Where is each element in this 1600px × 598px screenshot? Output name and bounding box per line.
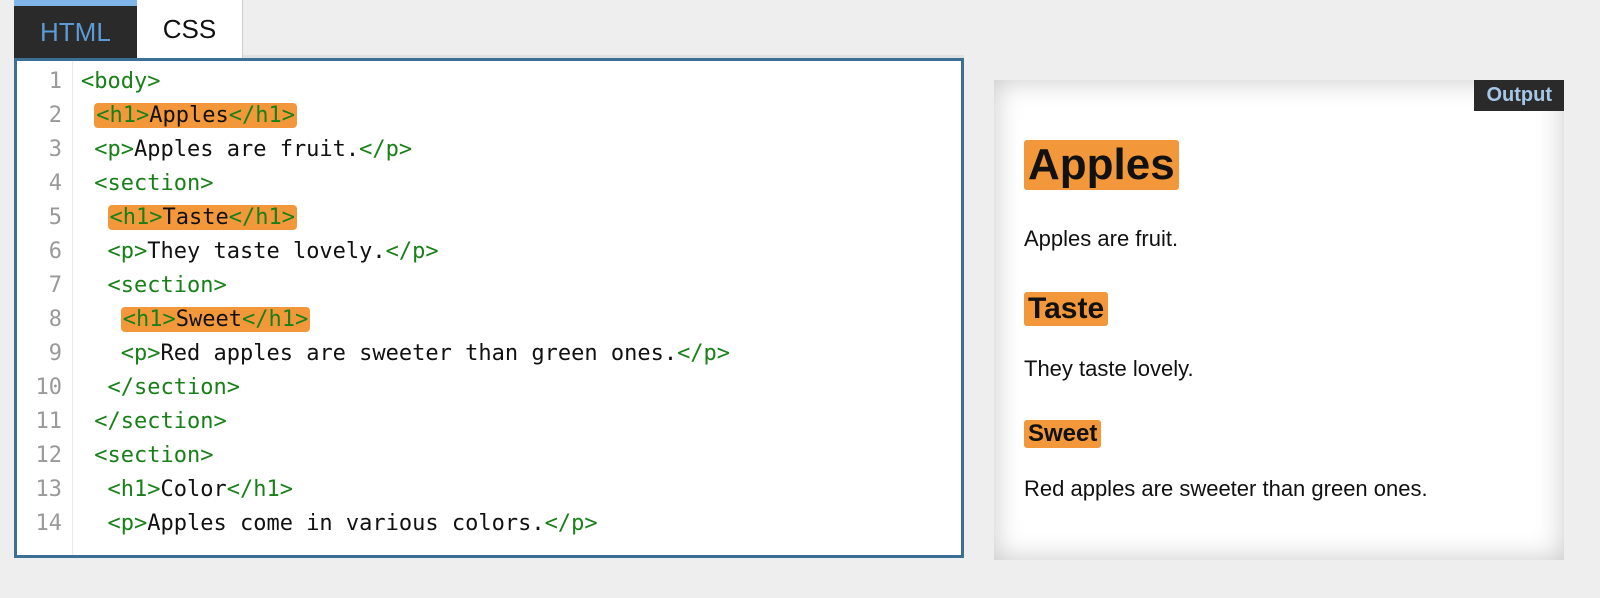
line-number: 2 xyxy=(17,99,62,133)
output-heading-apples: Apples xyxy=(1024,140,1179,190)
code-line[interactable]: <p>Apples come in various colors.</p> xyxy=(81,507,730,541)
line-number: 1 xyxy=(17,65,62,99)
line-number: 4 xyxy=(17,167,62,201)
line-number: 12 xyxy=(17,439,62,473)
output-heading-taste: Taste xyxy=(1024,292,1108,326)
line-number: 9 xyxy=(17,337,62,371)
line-number: 7 xyxy=(17,269,62,303)
line-number: 11 xyxy=(17,405,62,439)
code-line[interactable]: <section> xyxy=(81,167,730,201)
code-line[interactable]: <p>Red apples are sweeter than green one… xyxy=(81,337,730,371)
line-number: 13 xyxy=(17,473,62,507)
code-line[interactable]: <h1>Taste</h1> xyxy=(81,201,730,235)
line-number-gutter: 1234567891011121314 xyxy=(17,61,73,555)
line-number: 8 xyxy=(17,303,62,337)
line-number: 5 xyxy=(17,201,62,235)
code-line[interactable]: <body> xyxy=(81,65,730,99)
code-content[interactable]: <body> <h1>Apples</h1> <p>Apples are fru… xyxy=(73,61,738,555)
editor-tabs: HTML CSS xyxy=(14,0,964,58)
output-heading-sweet: Sweet xyxy=(1024,420,1101,448)
line-number: 6 xyxy=(17,235,62,269)
output-label: Output xyxy=(1474,80,1564,111)
output-paragraph: Red apples are sweeter than green ones. xyxy=(1024,476,1534,502)
code-line[interactable]: </section> xyxy=(81,405,730,439)
tab-html[interactable]: HTML xyxy=(14,0,137,58)
line-number: 14 xyxy=(17,507,62,541)
output-paragraph: Apples are fruit. xyxy=(1024,226,1534,252)
code-line[interactable]: <section> xyxy=(81,439,730,473)
code-line[interactable]: <p>They taste lovely.</p> xyxy=(81,235,730,269)
line-number: 3 xyxy=(17,133,62,167)
code-line[interactable]: <p>Apples are fruit.</p> xyxy=(81,133,730,167)
code-line[interactable]: </section> xyxy=(81,371,730,405)
code-line[interactable]: <h1>Apples</h1> xyxy=(81,99,730,133)
code-line[interactable]: <section> xyxy=(81,269,730,303)
code-line[interactable]: <h1>Color</h1> xyxy=(81,473,730,507)
code-line[interactable]: <h1>Sweet</h1> xyxy=(81,303,730,337)
tab-css[interactable]: CSS xyxy=(137,0,243,58)
code-editor[interactable]: 1234567891011121314 <body> <h1>Apples</h… xyxy=(14,58,964,558)
line-number: 10 xyxy=(17,371,62,405)
output-panel: Output Apples Apples are fruit. Taste Th… xyxy=(994,80,1564,560)
output-paragraph: They taste lovely. xyxy=(1024,356,1534,382)
